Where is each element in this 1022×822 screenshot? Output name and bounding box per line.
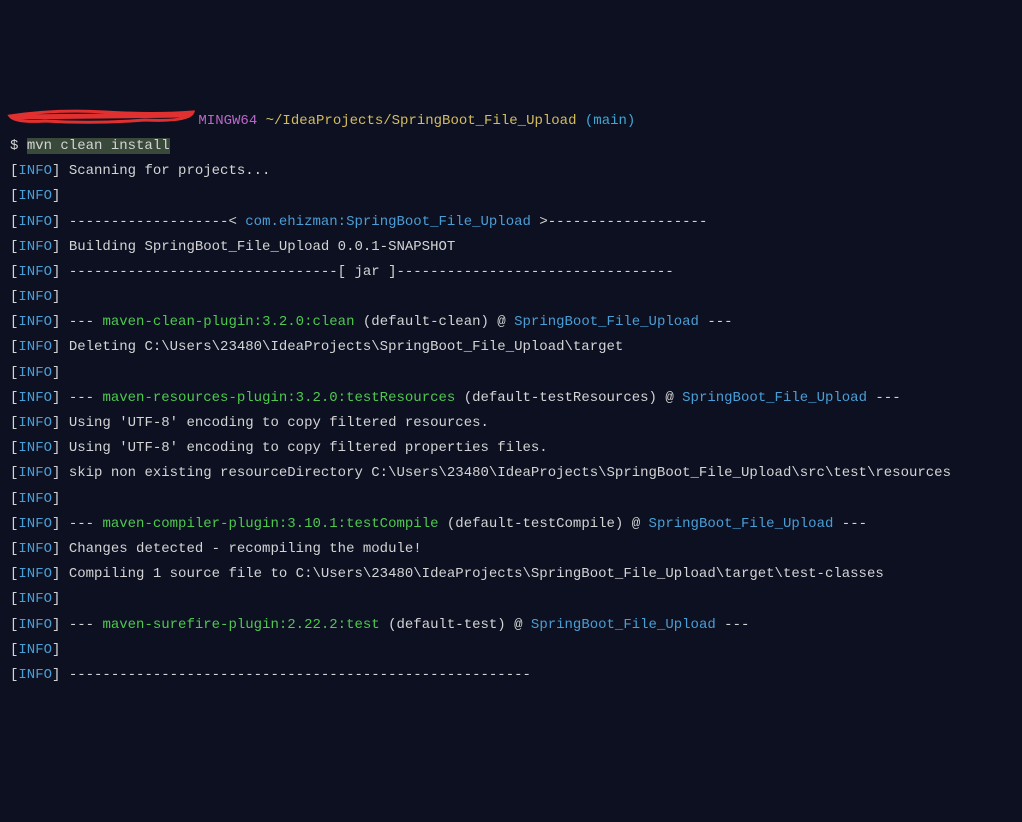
output-line: [INFO] -------------------< com.ehizman:… <box>10 210 1012 235</box>
info-label: INFO <box>18 289 52 305</box>
prompt-dollar: $ <box>10 138 27 154</box>
output-line: [INFO] <box>10 638 1012 663</box>
output-line: [INFO] <box>10 361 1012 386</box>
output-line: [INFO] --- maven-surefire-plugin:2.22.2:… <box>10 613 1012 638</box>
info-label: INFO <box>18 440 52 456</box>
info-label: INFO <box>18 365 52 381</box>
output-line: [INFO] skip non existing resourceDirecto… <box>10 461 1012 486</box>
cwd-path: ~/IdeaProjects/SpringBoot_File_Upload <box>266 113 577 129</box>
info-label: INFO <box>18 566 52 582</box>
project-name: SpringBoot_File_Upload <box>531 617 716 633</box>
project-coords: com.ehizman:SpringBoot_File_Upload <box>245 214 531 230</box>
info-label: INFO <box>18 188 52 204</box>
redacted-user <box>10 112 190 128</box>
output-line: [INFO] Using 'UTF-8' encoding to copy fi… <box>10 411 1012 436</box>
plugin-name: maven-surefire-plugin:2.22.2:test <box>102 617 379 633</box>
git-branch: main <box>593 113 627 129</box>
info-label: INFO <box>18 415 52 431</box>
project-name: SpringBoot_File_Upload <box>514 314 699 330</box>
project-name: SpringBoot_File_Upload <box>649 516 834 532</box>
output-line: [INFO] --- maven-compiler-plugin:3.10.1:… <box>10 512 1012 537</box>
output-line: [INFO] --- maven-clean-plugin:3.2.0:clea… <box>10 310 1012 335</box>
output-line: [INFO] --- maven-resources-plugin:3.2.0:… <box>10 386 1012 411</box>
output-line: [INFO] --------------------------------[… <box>10 260 1012 285</box>
info-label: INFO <box>18 617 52 633</box>
info-label: INFO <box>18 667 52 683</box>
output-line: [INFO] Deleting C:\Users\23480\IdeaProje… <box>10 335 1012 360</box>
output-line: [INFO] <box>10 184 1012 209</box>
info-label: INFO <box>18 163 52 179</box>
info-label: INFO <box>18 642 52 658</box>
output-line: [INFO] Scanning for projects... <box>10 159 1012 184</box>
command-text: mvn clean install <box>27 138 170 154</box>
info-label: INFO <box>18 516 52 532</box>
info-label: INFO <box>18 339 52 355</box>
info-label: INFO <box>18 591 52 607</box>
output-line: [INFO] Changes detected - recompiling th… <box>10 537 1012 562</box>
info-label: INFO <box>18 491 52 507</box>
terminal-output[interactable]: MINGW64 ~/IdeaProjects/SpringBoot_File_U… <box>10 109 1012 688</box>
command-line: $ mvn clean install <box>10 134 1012 159</box>
output-line: [INFO] <box>10 487 1012 512</box>
info-label: INFO <box>18 264 52 280</box>
prompt-line: MINGW64 ~/IdeaProjects/SpringBoot_File_U… <box>10 109 1012 134</box>
output-line: [INFO] <box>10 285 1012 310</box>
info-label: INFO <box>18 541 52 557</box>
output-line: [INFO] Building SpringBoot_File_Upload 0… <box>10 235 1012 260</box>
info-label: INFO <box>18 214 52 230</box>
branch-close: ) <box>627 113 635 129</box>
output-line: [INFO] ---------------------------------… <box>10 663 1012 688</box>
info-label: INFO <box>18 465 52 481</box>
plugin-name: maven-compiler-plugin:3.10.1:testCompile <box>102 516 438 532</box>
output-line: [INFO] Compiling 1 source file to C:\Use… <box>10 562 1012 587</box>
shell-type: MINGW64 <box>198 113 257 129</box>
output-line: [INFO] Using 'UTF-8' encoding to copy fi… <box>10 436 1012 461</box>
info-label: INFO <box>18 390 52 406</box>
output-line: [INFO] <box>10 587 1012 612</box>
info-label: INFO <box>18 314 52 330</box>
info-label: INFO <box>18 239 52 255</box>
plugin-name: maven-resources-plugin:3.2.0:testResourc… <box>102 390 455 406</box>
project-name: SpringBoot_File_Upload <box>682 390 867 406</box>
plugin-name: maven-clean-plugin:3.2.0:clean <box>102 314 354 330</box>
